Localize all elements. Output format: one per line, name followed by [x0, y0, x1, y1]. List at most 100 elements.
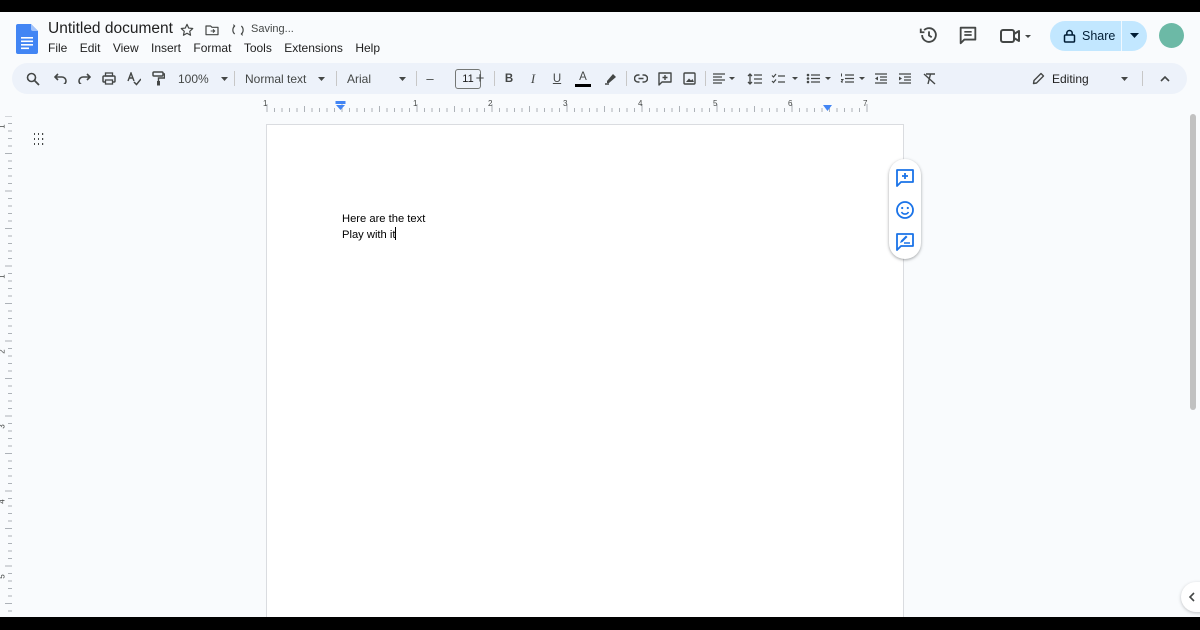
- menu-help[interactable]: Help: [355, 40, 380, 56]
- highlighter-pen-icon: [604, 74, 616, 85]
- ruler-number: 1: [413, 99, 418, 108]
- add-comment-icon[interactable]: [895, 168, 915, 188]
- share-button[interactable]: Share: [1050, 21, 1147, 51]
- paragraph[interactable]: Here are the text: [342, 212, 425, 227]
- toolbar-divider: [416, 71, 417, 86]
- decrease-indent-button[interactable]: [870, 63, 890, 94]
- clear-formatting-button[interactable]: [919, 63, 939, 94]
- chevron-left-icon: [1188, 592, 1195, 602]
- toolbar-divider: [705, 71, 706, 86]
- side-panel-toggle[interactable]: [1181, 582, 1200, 612]
- add-comment-icon: [658, 71, 672, 86]
- menu-bar: File Edit View Insert Format Tools Exten…: [48, 40, 392, 56]
- toolbar-divider: [234, 71, 235, 86]
- print-button[interactable]: [99, 63, 119, 94]
- align-button[interactable]: [710, 63, 738, 94]
- increase-indent-button[interactable]: [894, 63, 914, 94]
- italic-button[interactable]: I: [524, 63, 542, 94]
- horizontal-ruler[interactable]: [266, 100, 904, 112]
- ruler-number: 3: [563, 99, 568, 108]
- toolbar-divider: [336, 71, 337, 86]
- spellcheck-icon: [127, 71, 141, 86]
- underline-button[interactable]: U: [548, 63, 566, 94]
- account-avatar[interactable]: [1159, 23, 1184, 48]
- font-family-select[interactable]: Arial: [343, 63, 409, 94]
- increase-indent-icon: [898, 73, 911, 84]
- document-body[interactable]: Here are the text Play with it: [342, 212, 425, 243]
- comments-icon[interactable]: [957, 24, 979, 46]
- spellcheck-button[interactable]: [124, 63, 144, 94]
- chevron-up-icon: [1160, 75, 1170, 82]
- star-icon[interactable]: [179, 22, 195, 38]
- undo-icon: [53, 73, 67, 84]
- docs-logo-icon[interactable]: [16, 24, 38, 54]
- ruler-number: 7: [863, 99, 868, 108]
- vertical-ruler-ticks: [5, 116, 12, 612]
- emoji-reaction-icon[interactable]: [895, 200, 915, 220]
- redo-icon: [77, 73, 91, 84]
- menu-tools[interactable]: Tools: [244, 40, 272, 56]
- document-title[interactable]: Untitled document: [48, 20, 173, 38]
- paragraph-style-select[interactable]: Normal text: [241, 63, 327, 94]
- saving-status: Saving...: [251, 23, 294, 35]
- insert-link-button[interactable]: [631, 63, 651, 94]
- menu-extensions[interactable]: Extensions: [284, 40, 343, 56]
- text-color-button[interactable]: A: [572, 63, 594, 94]
- add-comment-button[interactable]: [655, 63, 675, 94]
- floating-actions: [889, 159, 921, 259]
- share-dropdown[interactable]: [1122, 21, 1147, 51]
- zoom-value: 100%: [178, 71, 209, 86]
- line-spacing-button[interactable]: [744, 63, 764, 94]
- paragraph[interactable]: Play with it: [342, 229, 395, 241]
- move-to-folder-icon[interactable]: [204, 22, 220, 38]
- print-icon: [102, 72, 116, 85]
- paragraph-with-cursor[interactable]: Play with it: [342, 227, 425, 243]
- checklist-button[interactable]: [769, 63, 801, 94]
- document-page[interactable]: Here are the text Play with it: [266, 124, 904, 617]
- highlight-color-button[interactable]: [600, 63, 620, 94]
- menu-view[interactable]: View: [113, 40, 139, 56]
- right-indent-marker[interactable]: [822, 105, 833, 112]
- menu-file[interactable]: File: [48, 40, 67, 56]
- suggest-edits-icon[interactable]: [895, 232, 915, 252]
- decrease-font-size-button[interactable]: –: [422, 63, 438, 94]
- menu-format[interactable]: Format: [193, 40, 231, 56]
- bulleted-list-button[interactable]: [804, 63, 836, 94]
- docs-window: Untitled document Saving... File Edit Vi…: [0, 12, 1200, 617]
- redo-button[interactable]: [74, 63, 94, 94]
- insert-image-button[interactable]: [679, 63, 699, 94]
- editing-mode-select[interactable]: Editing: [1032, 63, 1132, 94]
- menu-edit[interactable]: Edit: [80, 40, 101, 56]
- undo-button[interactable]: [50, 63, 70, 94]
- version-history-icon[interactable]: [918, 24, 940, 46]
- vertical-ruler[interactable]: [0, 116, 12, 617]
- meet-camera-icon[interactable]: [999, 25, 1033, 47]
- zoom-select[interactable]: 100%: [174, 63, 232, 94]
- document-outline-icon[interactable]: [31, 130, 49, 148]
- link-icon: [634, 74, 648, 83]
- ruler-number: 4: [638, 99, 643, 108]
- numbered-list-button[interactable]: [838, 63, 870, 94]
- left-indent-marker[interactable]: [335, 101, 346, 111]
- vruler-number: 3: [0, 424, 7, 428]
- vertical-scrollbar[interactable]: [1190, 114, 1196, 410]
- paint-format-button[interactable]: [148, 63, 168, 94]
- increase-font-size-button[interactable]: +: [472, 63, 488, 94]
- bulleted-list-icon: [806, 73, 831, 84]
- share-label: Share: [1082, 29, 1116, 43]
- text-color-swatch: [575, 84, 591, 87]
- bold-button[interactable]: B: [500, 63, 518, 94]
- image-icon: [682, 72, 696, 85]
- lock-icon: [1063, 29, 1076, 43]
- vruler-number: 5: [0, 574, 7, 578]
- paragraph-style-value: Normal text: [245, 71, 307, 86]
- search-menus-button[interactable]: [22, 63, 44, 94]
- caret-down-icon: [318, 76, 326, 81]
- vruler-number: 1: [0, 274, 7, 278]
- text-color-label: A: [579, 71, 587, 83]
- menu-insert[interactable]: Insert: [151, 40, 181, 56]
- clear-formatting-icon: [923, 72, 935, 85]
- numbered-list-icon: [840, 73, 865, 83]
- hide-menus-button[interactable]: [1155, 63, 1175, 94]
- line-spacing-icon: [747, 72, 762, 85]
